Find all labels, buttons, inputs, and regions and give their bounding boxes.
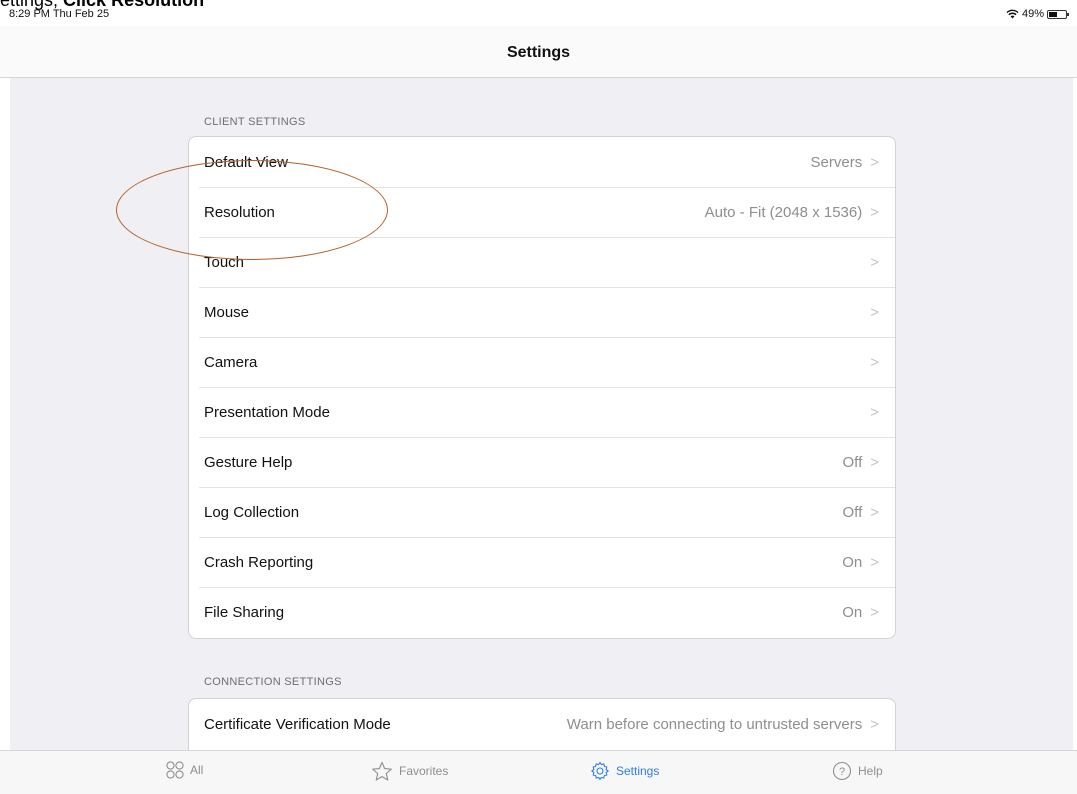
row-value: Servers	[810, 153, 863, 171]
row-label: Log Collection	[204, 503, 300, 521]
row-label: Certificate Verification Mode	[204, 715, 391, 733]
row-value: Off	[842, 503, 863, 521]
battery-icon	[1047, 9, 1069, 19]
client-settings-group: Default View Servers > Resolution Auto -…	[188, 136, 896, 639]
row-label: Crash Reporting	[204, 553, 314, 571]
row-value: Auto - Fit (2048 x 1536)	[704, 203, 863, 221]
settings-row-certificate-verification-mode[interactable]: Certificate Verification Mode Warn befor…	[189, 699, 895, 749]
chevron-right-icon: >	[870, 203, 879, 221]
row-label: Default View	[204, 153, 288, 171]
tab-help[interactable]: ? Help	[832, 761, 883, 781]
tab-bar: All Favorites Settings ? Help	[0, 750, 1077, 794]
row-label: Camera	[204, 353, 258, 371]
status-time: 8:29 PM Thu Feb 25	[9, 8, 110, 20]
section-header-client-settings: CLIENT SETTINGS	[204, 116, 306, 128]
status-bar: 8:29 PM Thu Feb 25 49%	[0, 0, 1077, 26]
chevron-right-icon: >	[870, 403, 879, 421]
battery-percent: 49%	[1021, 8, 1044, 20]
settings-row-resolution[interactable]: Resolution Auto - Fit (2048 x 1536) >	[189, 187, 895, 237]
settings-row-crash-reporting[interactable]: Crash Reporting On >	[189, 537, 895, 587]
chevron-right-icon: >	[870, 153, 879, 171]
star-icon	[372, 761, 392, 781]
row-value: On	[842, 553, 863, 571]
help-icon: ?	[832, 761, 852, 781]
settings-row-camera[interactable]: Camera >	[189, 337, 895, 387]
row-label: File Sharing	[204, 603, 285, 621]
settings-row-mouse[interactable]: Mouse >	[189, 287, 895, 337]
row-value: Off	[842, 453, 863, 471]
tab-favorites[interactable]: Favorites	[371, 761, 448, 781]
tab-settings[interactable]: Settings	[590, 761, 659, 781]
settings-row-default-view[interactable]: Default View Servers >	[189, 137, 895, 187]
tab-all[interactable]: All	[166, 761, 203, 779]
tab-label: Settings	[616, 764, 660, 778]
chevron-right-icon: >	[870, 715, 879, 733]
section-header-connection-settings: CONNECTION SETTINGS	[204, 676, 342, 688]
row-value: On	[842, 603, 863, 621]
tab-label: All	[190, 763, 204, 777]
row-label: Touch	[204, 253, 245, 271]
tab-label: Favorites	[399, 764, 449, 778]
row-value: Warn before connecting to untrusted serv…	[566, 715, 863, 733]
chevron-right-icon: >	[870, 553, 879, 571]
page-title: Settings	[506, 44, 571, 61]
row-label: Resolution	[204, 203, 275, 221]
navigation-bar: Settings	[0, 26, 1077, 78]
settings-row-touch[interactable]: Touch >	[189, 237, 895, 287]
settings-row-log-collection[interactable]: Log Collection Off >	[189, 487, 895, 537]
chevron-right-icon: >	[870, 503, 879, 521]
settings-row-presentation-mode[interactable]: Presentation Mode >	[189, 387, 895, 437]
chevron-right-icon: >	[870, 353, 879, 371]
settings-row-file-sharing[interactable]: File Sharing On >	[189, 587, 895, 637]
wifi-icon	[1006, 9, 1019, 19]
gear-icon	[591, 761, 609, 781]
tab-label: Help	[858, 764, 883, 778]
row-label: Presentation Mode	[204, 403, 330, 421]
grid-icon	[166, 761, 184, 779]
row-label: Gesture Help	[204, 453, 293, 471]
connection-settings-group: Certificate Verification Mode Warn befor…	[188, 698, 896, 758]
svg-text:?: ?	[839, 766, 845, 778]
chevron-right-icon: >	[870, 603, 879, 621]
chevron-right-icon: >	[870, 303, 879, 321]
row-label: Mouse	[204, 303, 250, 321]
status-indicators: 49%	[1006, 8, 1069, 20]
chevron-right-icon: >	[870, 453, 879, 471]
settings-row-gesture-help[interactable]: Gesture Help Off >	[189, 437, 895, 487]
chevron-right-icon: >	[870, 253, 879, 271]
